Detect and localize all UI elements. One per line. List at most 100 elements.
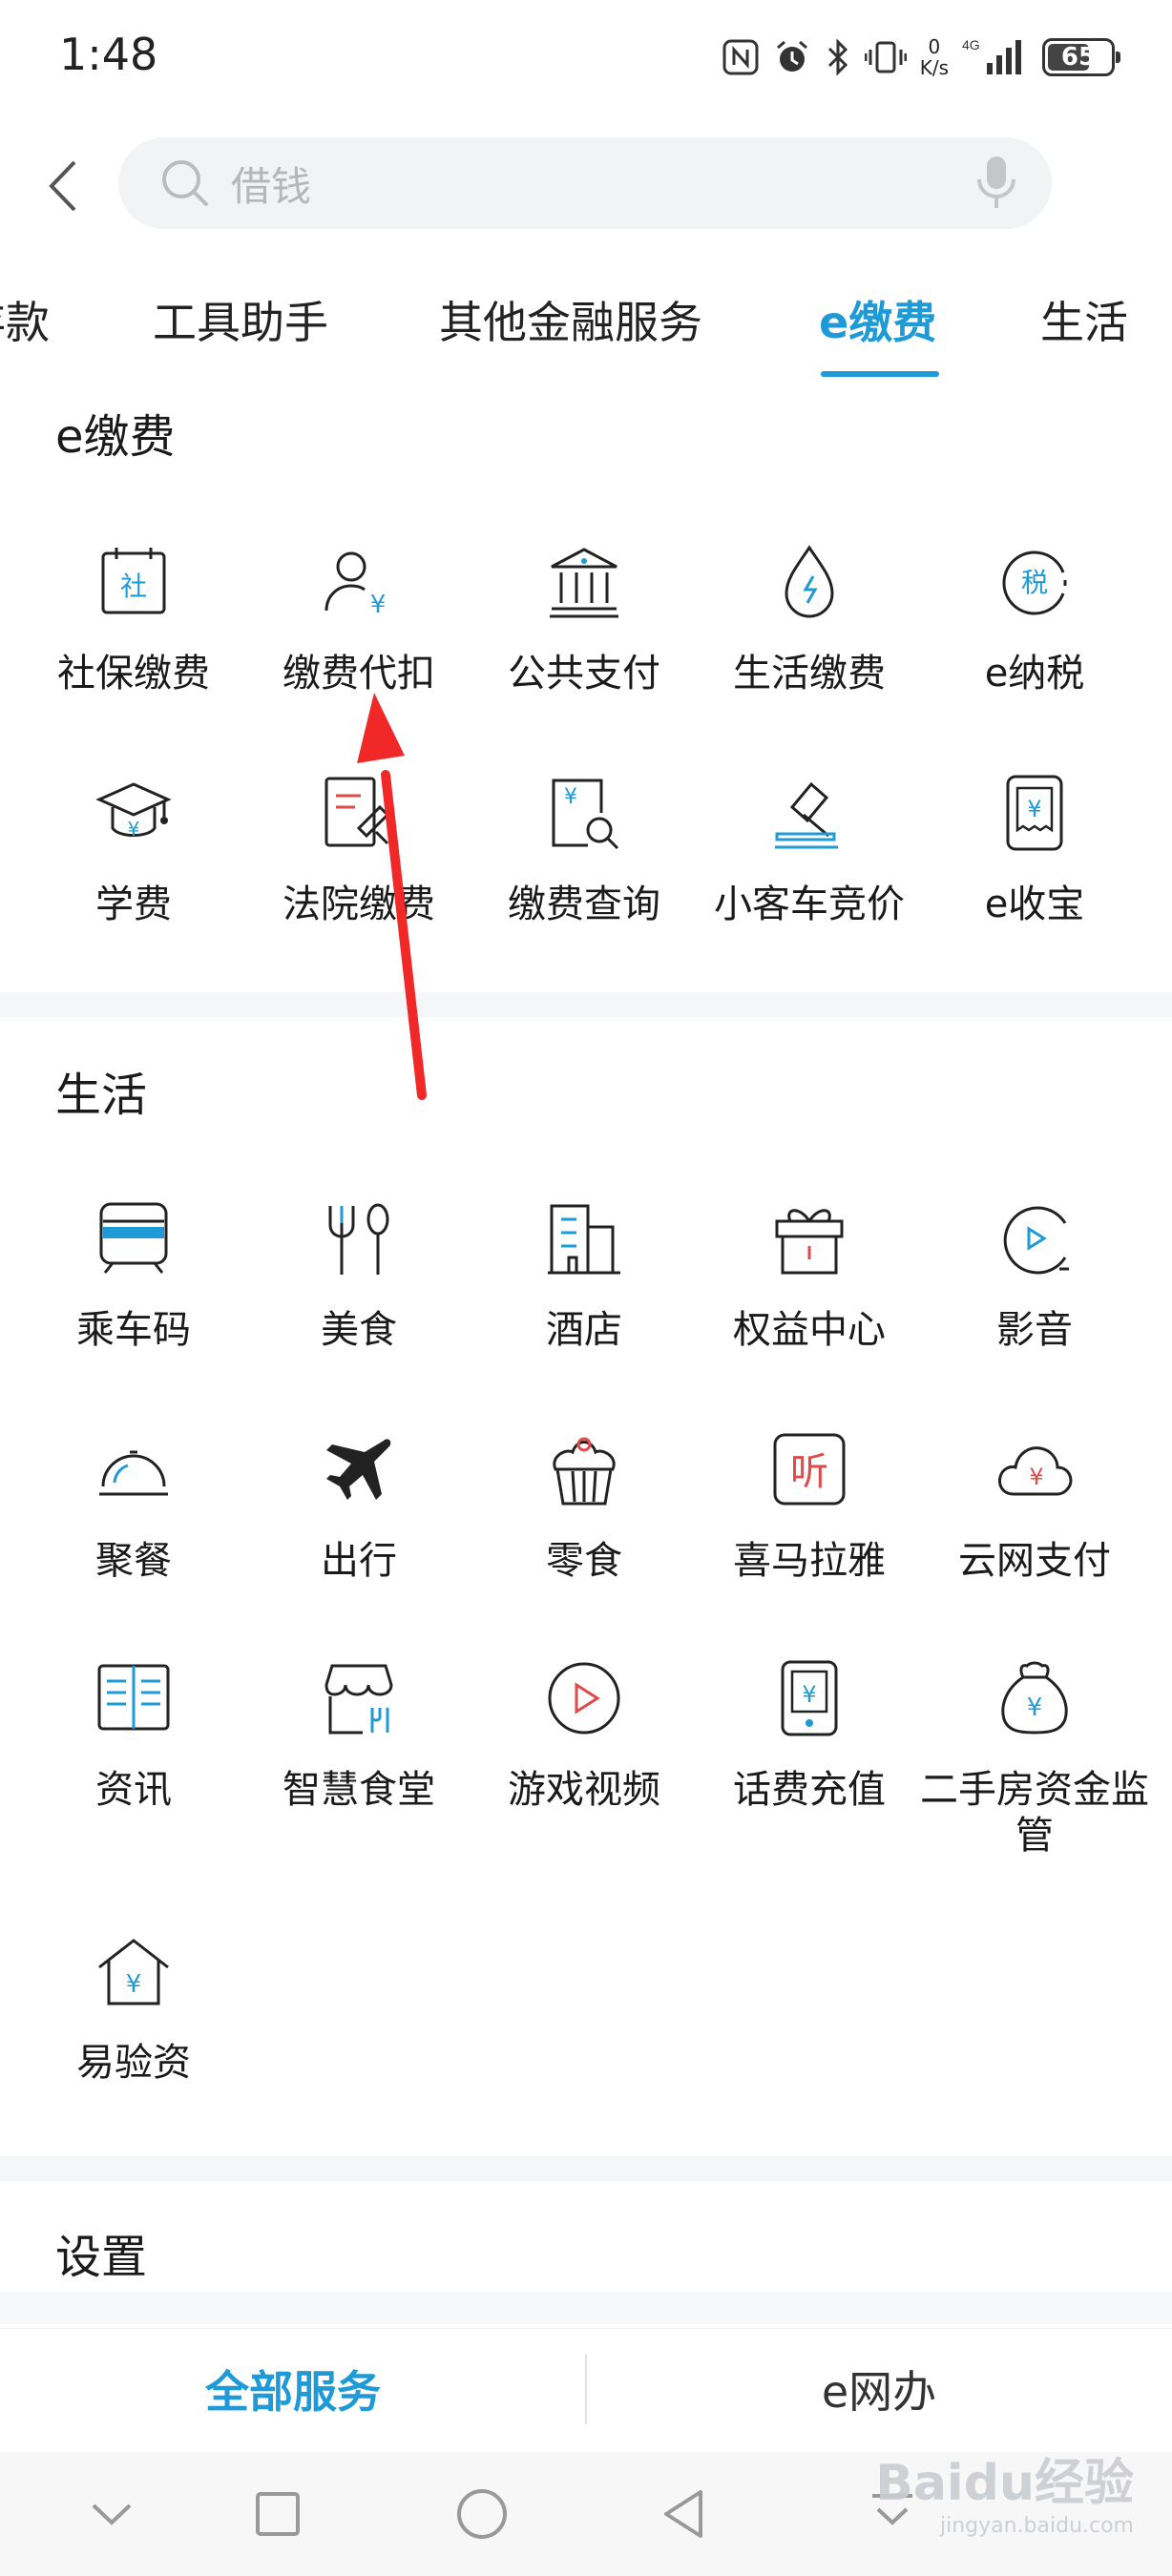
- watermark-url: jingyan.baidu.com: [939, 2514, 1134, 2538]
- grid-item-car-auction[interactable]: 小客车竞价: [697, 775, 922, 985]
- grid-label: 社保缴费: [57, 652, 210, 696]
- gift-icon: [775, 1209, 844, 1275]
- grid-item-cloud-pay[interactable]: ¥ 云网支付: [922, 1431, 1147, 1641]
- grid-item-news[interactable]: 资讯: [21, 1660, 246, 1870]
- grid-item-e-tax[interactable]: 税 e纳税: [922, 544, 1147, 754]
- grid-item-court-fee[interactable]: 法院缴费: [246, 775, 471, 985]
- user-yuan-icon: ¥: [324, 551, 387, 619]
- svg-text:税: 税: [1021, 567, 1048, 598]
- battery-icon: 65: [1042, 38, 1120, 76]
- grid-item-easy-capital-verification[interactable]: ¥ 易验资: [21, 1933, 246, 2143]
- grid-item-audio-video[interactable]: 影音: [922, 1200, 1147, 1410]
- search-input[interactable]: 借钱: [118, 137, 1052, 229]
- grid-label: 喜马拉雅: [733, 1539, 886, 1583]
- grid-item-game-video[interactable]: 游戏视频: [471, 1660, 697, 1870]
- tab-efee[interactable]: e缴费: [819, 288, 936, 351]
- grid-item-smart-canteen[interactable]: 智慧食堂: [246, 1660, 471, 1870]
- home-circle-icon[interactable]: [449, 2481, 515, 2547]
- svg-text:社: 社: [120, 571, 147, 602]
- book-icon: [97, 1664, 170, 1731]
- house-yuan-icon: ¥: [98, 1939, 169, 2005]
- svg-text:听: 听: [790, 1450, 828, 1494]
- court-document-icon: [324, 777, 390, 847]
- grid-item-housing-fund-supervision[interactable]: ¥ 二手房资金监管: [920, 1660, 1149, 1870]
- graduation-cap-icon: ¥: [95, 782, 172, 841]
- grid-label: 酒店: [546, 1308, 622, 1352]
- back-arrow-icon[interactable]: [38, 153, 86, 219]
- tab-life[interactable]: 生活: [1040, 288, 1128, 351]
- social-security-icon: 社: [101, 548, 166, 614]
- train-icon: [99, 1202, 168, 1274]
- grid-item-public-payment[interactable]: 公共支付: [471, 544, 697, 754]
- grid-label: 权益中心: [733, 1308, 886, 1352]
- grid-label: 出行: [321, 1539, 397, 1583]
- receipt-phone-icon: ¥: [1006, 775, 1063, 851]
- signal-icon: 4G: [962, 37, 1021, 74]
- vibrate-icon: [864, 41, 907, 73]
- grid-item-ride-code[interactable]: 乘车码: [21, 1200, 246, 1410]
- grid-label: 零食: [546, 1539, 622, 1583]
- grid-label: 智慧食堂: [283, 1768, 435, 1812]
- grid-label: e收宝: [984, 883, 1085, 926]
- cloud-yuan-icon: ¥: [998, 1446, 1073, 1496]
- tax-icon: 税: [1002, 551, 1067, 615]
- grid-label: 生活缴费: [733, 652, 886, 696]
- tab-e-office[interactable]: e网办: [586, 2358, 1172, 2420]
- tab-other-finance[interactable]: 其他金融服务: [439, 288, 702, 351]
- grid-label: 公共支付: [508, 652, 660, 696]
- section-divider: [0, 992, 1172, 1017]
- phone-yuan-icon: ¥: [781, 1660, 838, 1736]
- dish-cover-icon: [99, 1450, 168, 1496]
- grid-item-food[interactable]: 美食: [246, 1200, 471, 1410]
- search-placeholder: 借钱: [231, 162, 312, 210]
- grid-item-dining[interactable]: 聚餐: [21, 1431, 246, 1641]
- recents-square-icon[interactable]: [244, 2481, 311, 2547]
- grid-label: 二手房资金监管: [920, 1768, 1149, 1858]
- section-title-settings: 设置: [55, 2231, 148, 2284]
- grid-label: 小客车竞价: [714, 883, 905, 926]
- status-bar: 1:48 0 K/s 4G 65: [0, 0, 1172, 119]
- chevron-down-icon[interactable]: [78, 2481, 145, 2547]
- tab-deposit[interactable]: 存款: [0, 288, 50, 351]
- auction-gavel-icon: [775, 781, 838, 849]
- grid-item-tuition[interactable]: ¥ 学费: [21, 775, 246, 985]
- grid-item-e-shoubao[interactable]: ¥ e收宝: [922, 775, 1147, 985]
- money-bag-icon: ¥: [1001, 1661, 1068, 1735]
- grid-label: 法院缴费: [283, 883, 435, 926]
- grid-label: e纳税: [984, 652, 1085, 696]
- svg-text:¥: ¥: [128, 818, 140, 841]
- microphone-icon[interactable]: [975, 155, 1017, 212]
- grid-item-hotel[interactable]: 酒店: [471, 1200, 697, 1410]
- grid-item-benefits[interactable]: 权益中心: [697, 1200, 922, 1410]
- bank-building-icon: [550, 548, 618, 618]
- grid-label: 云网支付: [958, 1539, 1111, 1583]
- bill-search-icon: ¥: [552, 779, 619, 850]
- grid-item-snacks[interactable]: 零食: [471, 1431, 697, 1641]
- tab-tools[interactable]: 工具助手: [153, 288, 328, 351]
- grid-item-fee-query[interactable]: ¥ 缴费查询: [471, 775, 697, 985]
- svg-text:¥: ¥: [1027, 796, 1041, 822]
- clock: 1:48: [59, 29, 158, 80]
- net-speed: 0 K/s: [919, 35, 949, 79]
- svg-text:¥: ¥: [1029, 1464, 1043, 1490]
- grid-item-ximalaya[interactable]: 听 喜马拉雅: [697, 1431, 922, 1641]
- status-icons: 0 K/s 4G 65: [722, 29, 1120, 86]
- grid-item-phone-recharge[interactable]: ¥ 话费充值: [697, 1660, 922, 1870]
- fork-spoon-icon: [328, 1203, 389, 1275]
- grid-label: 聚餐: [95, 1539, 172, 1583]
- grid-label: 影音: [996, 1308, 1073, 1352]
- section-title-efee: e缴费: [55, 410, 176, 464]
- cupcake-icon: [553, 1437, 616, 1506]
- grid-item-utility-payment[interactable]: 生活缴费: [697, 544, 922, 754]
- svg-text:¥: ¥: [370, 591, 387, 619]
- tab-all-services[interactable]: 全部服务: [0, 2358, 586, 2420]
- grid-item-social-security[interactable]: 社 社保缴费: [21, 544, 246, 754]
- svg-text:¥: ¥: [802, 1681, 816, 1708]
- grid-label: 美食: [321, 1308, 397, 1352]
- bluetooth-icon: [827, 38, 848, 76]
- grid-item-travel[interactable]: 出行: [246, 1431, 471, 1641]
- airplane-icon: [326, 1439, 391, 1500]
- listen-icon: 听: [773, 1433, 846, 1506]
- grid-item-auto-deduct[interactable]: ¥ 缴费代扣: [246, 544, 471, 754]
- back-triangle-icon[interactable]: [653, 2481, 720, 2547]
